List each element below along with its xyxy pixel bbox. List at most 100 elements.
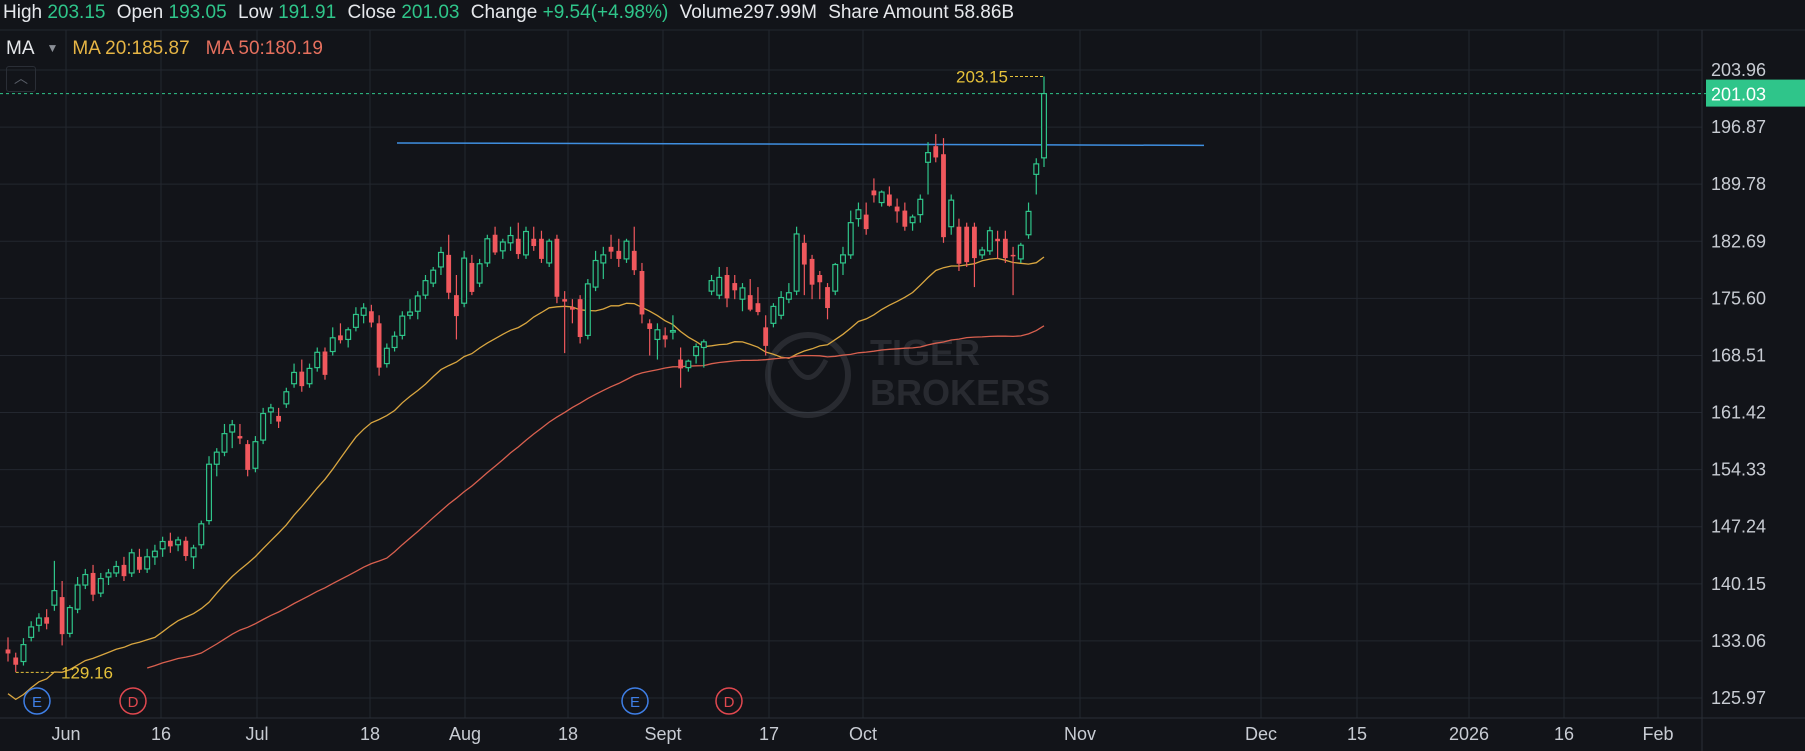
candle-body <box>399 315 406 337</box>
candle <box>13 652 19 672</box>
candle-body <box>322 351 328 375</box>
candle <box>515 222 521 259</box>
candle <box>995 230 1001 259</box>
candle-body <box>608 246 614 252</box>
candle-body <box>461 257 468 304</box>
candle-body <box>237 436 243 439</box>
event-markers[interactable]: EDED <box>23 687 743 715</box>
time-tick-label: Aug <box>449 724 481 744</box>
candle <box>716 266 723 300</box>
price-tick-label: 175.60 <box>1711 288 1766 308</box>
trendline[interactable] <box>396 142 1205 147</box>
collapse-button[interactable]: ︿ <box>6 66 36 92</box>
candle-body <box>886 194 892 206</box>
price-tick-label: 154.33 <box>1711 460 1766 480</box>
close-value: 201.03 <box>401 2 460 23</box>
candle-body <box>724 275 730 299</box>
candle-body <box>817 275 823 283</box>
candle <box>291 363 298 388</box>
earnings-event-marker[interactable]: E <box>621 687 649 715</box>
amount-value: 58.86B <box>953 2 1015 23</box>
candle <box>678 347 684 388</box>
trendline-drawing[interactable] <box>396 142 1205 147</box>
dividend-event-marker[interactable]: D <box>119 687 147 715</box>
close-label: Close <box>347 2 397 23</box>
candle-body <box>507 234 514 244</box>
svg-text:BROKERS: BROKERS <box>870 372 1050 413</box>
time-tick-label: 2026 <box>1449 724 1489 744</box>
candle-body <box>631 250 637 271</box>
candle-body <box>352 313 359 328</box>
candle <box>190 544 197 569</box>
candle <box>708 275 715 296</box>
candle <box>213 448 220 477</box>
candle <box>948 194 955 235</box>
candle-body <box>986 230 993 252</box>
candle-body <box>639 270 645 315</box>
candle-body <box>577 299 583 338</box>
candle <box>20 638 27 666</box>
candle <box>113 560 120 577</box>
price-chart[interactable]: TIGER BROKERS 203.15 129.16 E D E D 203.96 1… <box>0 0 1805 751</box>
candle-body <box>523 230 529 256</box>
high-value: 203.15 <box>47 2 106 23</box>
candle-body <box>964 226 970 263</box>
candle-body <box>1041 92 1047 159</box>
open-label: Open <box>116 2 164 23</box>
candle-body <box>647 323 653 329</box>
candle <box>739 283 746 312</box>
earnings-event-marker[interactable]: E <box>23 687 51 715</box>
candle <box>59 580 65 646</box>
indicator-selector[interactable]: MA <box>6 38 35 59</box>
candle <box>82 568 89 590</box>
candle <box>151 544 158 565</box>
candle <box>1017 242 1024 263</box>
candle-body <box>206 463 213 522</box>
candle <box>97 572 104 598</box>
candle-body <box>28 626 35 638</box>
candle-body <box>329 337 336 353</box>
candle <box>539 230 544 263</box>
candle-body <box>190 547 197 558</box>
candle <box>338 323 343 344</box>
candle-body <box>685 360 692 369</box>
candle-body <box>778 296 785 316</box>
candle <box>492 226 498 255</box>
time-tick-label: 18 <box>558 724 578 744</box>
change-label: Change <box>470 2 538 23</box>
event-marker-label: D <box>128 694 139 711</box>
chevron-up-icon: ︿ <box>14 70 28 86</box>
candle-body <box>554 238 560 297</box>
price-tick-label: 147.24 <box>1711 517 1766 537</box>
candle <box>283 387 290 408</box>
candle <box>121 556 127 581</box>
candle <box>623 238 630 263</box>
price-tick-label: 161.42 <box>1711 403 1766 423</box>
candle-body <box>430 269 437 284</box>
candle <box>600 246 607 280</box>
candle-body <box>755 303 761 313</box>
dividend-event-marker[interactable]: D <box>715 687 743 715</box>
candle-body <box>793 233 800 292</box>
candle <box>894 198 900 223</box>
candle <box>871 178 877 203</box>
candle <box>1025 202 1032 239</box>
candle <box>128 548 135 577</box>
candle <box>825 283 830 320</box>
candle <box>724 266 730 308</box>
candle-body <box>66 606 73 634</box>
time-tick-label: Jun <box>51 724 80 744</box>
candle-body <box>902 210 908 227</box>
candle <box>793 226 800 296</box>
time-tick-label: Sept <box>644 724 681 744</box>
candle-body <box>979 249 986 256</box>
candle-body <box>221 433 228 453</box>
candle-body <box>747 295 753 310</box>
candle-body <box>539 238 544 259</box>
candle <box>299 359 305 392</box>
candle <box>105 568 112 586</box>
candle <box>90 564 96 602</box>
candle <box>647 319 653 356</box>
chevron-down-icon[interactable]: ▼ <box>47 41 59 55</box>
candle-body <box>260 412 267 441</box>
